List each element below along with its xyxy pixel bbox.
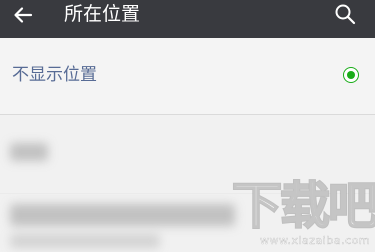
- page-title: 所在位置: [64, 3, 141, 25]
- blurred-text: [10, 143, 48, 161]
- arrow-left-icon[interactable]: [12, 4, 34, 26]
- watermark-text: 下载吧: [231, 177, 375, 235]
- selected-check-icon: [343, 67, 359, 83]
- watermark-url: www.xiazaiba.com: [260, 234, 371, 247]
- blurred-text: [10, 234, 160, 248]
- watermark-logo: 下载吧 www.xiazaiba.com: [228, 177, 375, 252]
- search-icon[interactable]: [334, 3, 356, 25]
- top-bar: 所在位置: [0, 0, 375, 38]
- blurred-text: [10, 204, 235, 226]
- option-hide-location-label: 不显示位置: [12, 65, 97, 85]
- option-hide-location[interactable]: 不显示位置: [0, 38, 375, 114]
